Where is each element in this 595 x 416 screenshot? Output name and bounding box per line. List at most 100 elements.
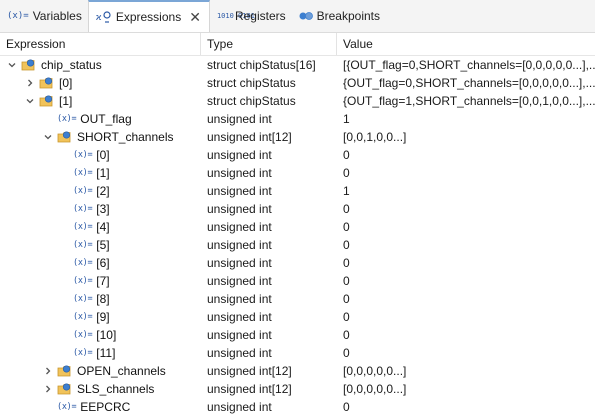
value-cell[interactable]: {OUT_flag=1,SHORT_channels=[0,0,1,0,0...…	[336, 94, 595, 108]
tree-row[interactable]: (x)= [7] unsigned int 0	[0, 272, 595, 290]
chevron-right-icon[interactable]	[24, 77, 36, 89]
value-cell[interactable]: {OUT_flag=0,SHORT_channels=[0,0,0,0,0...…	[336, 76, 595, 90]
expression-cell: (x)= [10]	[0, 328, 200, 342]
value-cell[interactable]: 0	[336, 274, 595, 288]
tree-row[interactable]: (x)= EEPCRC unsigned int 0	[0, 398, 595, 416]
tree-row[interactable]: (x)= [1] unsigned int 0	[0, 164, 595, 182]
tree-row[interactable]: [0] struct chipStatus {OUT_flag=0,SHORT_ch…	[0, 74, 595, 92]
chevron-down-icon[interactable]	[24, 95, 36, 107]
variable-icon: (x)=	[73, 348, 93, 358]
type-cell: unsigned int	[207, 274, 272, 288]
value-cell[interactable]: [0,0,0,0,0...]	[336, 364, 595, 378]
chevron-right-icon[interactable]	[42, 383, 54, 395]
tab-variables[interactable]: (x)= Variables	[0, 0, 88, 32]
tab-breakpoints[interactable]: Breakpoints	[292, 0, 386, 32]
tree-row[interactable]: OPEN_channels unsigned int[12] [0,0,0,0,0.…	[0, 362, 595, 380]
tree-row[interactable]: chip_status struct chipStatus[16] [{OUT_fl…	[0, 56, 595, 74]
tree-row[interactable]: (x)= [5] unsigned int 0	[0, 236, 595, 254]
expression-name: EEPCRC	[80, 400, 131, 414]
type-cell: unsigned int	[207, 256, 272, 270]
type-cell: unsigned int	[207, 400, 272, 414]
expression-tree: chip_status struct chipStatus[16] [{OUT_fl…	[0, 56, 595, 416]
column-value[interactable]: Value	[336, 33, 595, 55]
close-icon[interactable]: ✕	[189, 10, 201, 24]
chevron-down-icon[interactable]	[42, 131, 54, 143]
value-cell[interactable]: [0,0,0,0,0...]	[336, 382, 595, 396]
tab-expressions[interactable]: ϰ Expressions ✕	[87, 0, 210, 32]
struct-icon	[57, 382, 73, 396]
tree-row[interactable]: (x)= [2] unsigned int 1	[0, 182, 595, 200]
expression-name: OPEN_channels	[77, 364, 166, 378]
variables-icon: (x)=	[7, 10, 29, 21]
type-cell: unsigned int	[207, 346, 272, 360]
value-cell[interactable]: [{OUT_flag=0,SHORT_channels=[0,0,0,0,0..…	[336, 58, 595, 72]
tree-row[interactable]: SHORT_channels unsigned int[12] [0,0,1,0,0…	[0, 128, 595, 146]
value-cell[interactable]: 0	[336, 202, 595, 216]
value-cell[interactable]: 0	[336, 328, 595, 342]
type-cell: unsigned int	[207, 166, 272, 180]
variable-icon: (x)=	[73, 312, 93, 322]
expression-cell: (x)= [0]	[0, 148, 200, 162]
chevron-right-icon[interactable]	[42, 365, 54, 377]
expression-cell: (x)= [11]	[0, 346, 200, 360]
value-cell[interactable]: 0	[336, 400, 595, 414]
struct-icon	[39, 94, 55, 108]
expression-name: [3]	[96, 202, 110, 216]
value-cell[interactable]: 0	[336, 238, 595, 252]
struct-icon	[39, 76, 55, 90]
value-cell[interactable]: 0	[336, 256, 595, 270]
tab-registers[interactable]: 1010 0101 Registers	[210, 0, 292, 32]
variable-icon: (x)=	[73, 150, 93, 160]
type-cell: struct chipStatus[16]	[207, 58, 316, 72]
value-cell[interactable]: 1	[336, 184, 595, 198]
tree-row[interactable]: (x)= [3] unsigned int 0	[0, 200, 595, 218]
chevron-down-icon[interactable]	[6, 59, 18, 71]
value-cell[interactable]: 0	[336, 346, 595, 360]
column-type[interactable]: Type	[200, 33, 336, 55]
expression-name: [11]	[96, 346, 116, 360]
expression-cell: (x)= [9]	[0, 310, 200, 324]
tab-breakpoints-label: Breakpoints	[316, 9, 380, 23]
expression-name: [0]	[59, 76, 73, 90]
expressions-icon: ϰ	[96, 10, 112, 24]
type-cell: unsigned int	[207, 220, 272, 234]
tree-row[interactable]: (x)= OUT_flag unsigned int 1	[0, 110, 595, 128]
tab-bar: (x)= Variables ϰ Expressions ✕ 1010 0101…	[0, 0, 595, 33]
variable-icon: (x)=	[57, 402, 77, 412]
tree-row[interactable]: (x)= [8] unsigned int 0	[0, 290, 595, 308]
type-cell: unsigned int[12]	[207, 130, 292, 144]
tree-row[interactable]: (x)= [10] unsigned int 0	[0, 326, 595, 344]
column-expression[interactable]: Expression	[0, 33, 200, 55]
tree-row[interactable]: (x)= [9] unsigned int 0	[0, 308, 595, 326]
value-cell[interactable]: 0	[336, 220, 595, 234]
value-cell[interactable]: 1	[336, 112, 595, 126]
variable-icon: (x)=	[73, 258, 93, 268]
value-cell[interactable]: 0	[336, 292, 595, 306]
value-cell[interactable]: [0,0,1,0,0...]	[336, 130, 595, 144]
expression-name: SHORT_channels	[77, 130, 174, 144]
value-cell[interactable]: 0	[336, 310, 595, 324]
expression-name: [2]	[96, 184, 110, 198]
expression-cell: (x)= [7]	[0, 274, 200, 288]
expression-cell: (x)= [8]	[0, 292, 200, 306]
expression-cell: (x)= [1]	[0, 166, 200, 180]
expression-name: [6]	[96, 256, 110, 270]
tree-row[interactable]: (x)= [6] unsigned int 0	[0, 254, 595, 272]
tree-row[interactable]: (x)= [0] unsigned int 0	[0, 146, 595, 164]
value-cell[interactable]: 0	[336, 166, 595, 180]
variable-icon: (x)=	[73, 186, 93, 196]
tree-row[interactable]: (x)= [4] unsigned int 0	[0, 218, 595, 236]
tree-row[interactable]: [1] struct chipStatus {OUT_flag=1,SHORT_ch…	[0, 92, 595, 110]
tree-row[interactable]: SLS_channels unsigned int[12] [0,0,0,0,0..…	[0, 380, 595, 398]
expression-cell: SLS_channels	[0, 382, 200, 396]
svg-text:ϰ: ϰ	[96, 13, 102, 23]
variable-icon: (x)=	[73, 222, 93, 232]
tree-row[interactable]: (x)= [11] unsigned int 0	[0, 344, 595, 362]
value-cell[interactable]: 0	[336, 148, 595, 162]
